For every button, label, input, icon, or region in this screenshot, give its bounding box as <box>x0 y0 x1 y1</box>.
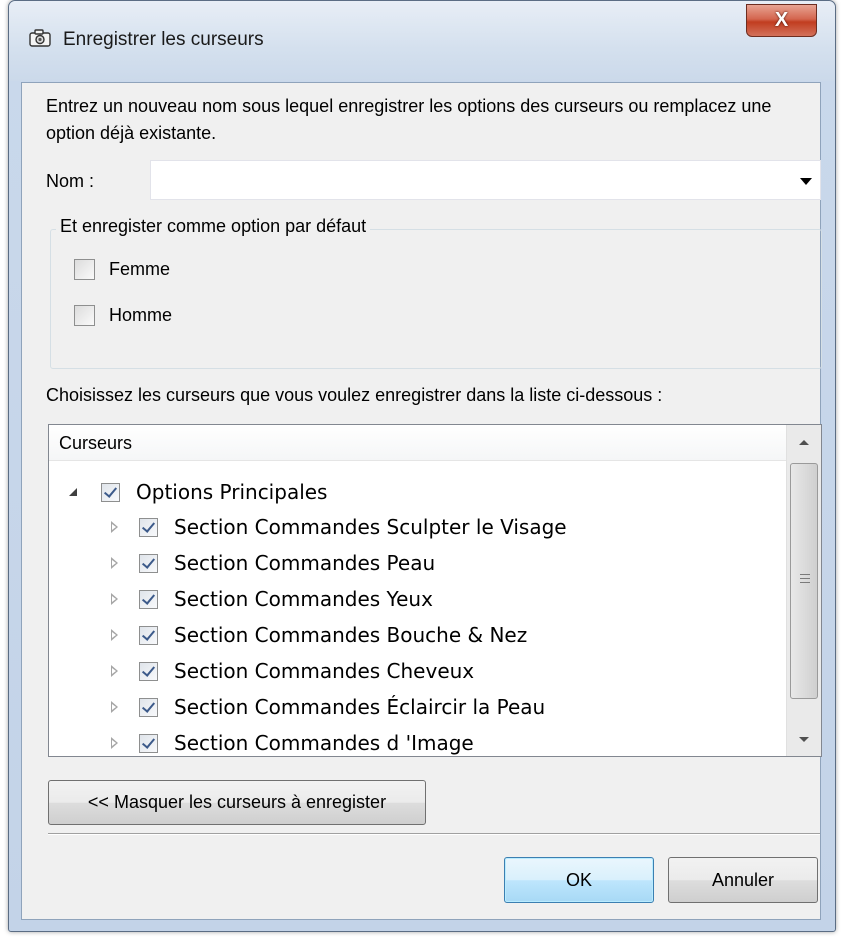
choose-sliders-label: Choisissez les curseurs que vous voulez … <box>46 385 663 405</box>
homme-checkbox[interactable] <box>74 304 95 326</box>
camera-icon <box>29 29 51 47</box>
femme-label: Femme <box>109 258 171 279</box>
tree-item[interactable]: Section Commandes d 'Image <box>107 726 474 756</box>
tree-item-label: Section Commandes Cheveux <box>174 659 475 683</box>
tree-checkbox[interactable] <box>139 589 158 609</box>
separator <box>48 833 820 835</box>
grip-icon <box>800 582 810 583</box>
title-bar[interactable]: Enregistrer les curseurs X <box>9 1 835 81</box>
name-input[interactable] <box>157 165 777 195</box>
tree-item-label: Section Commandes Bouche & Nez <box>174 623 528 647</box>
tree-column-header-label: Curseurs <box>59 433 133 453</box>
tree-item[interactable]: Section Commandes Sculpter le Visage <box>107 510 567 544</box>
expand-arrow-icon[interactable] <box>107 592 121 606</box>
tree-checkbox[interactable] <box>139 661 158 681</box>
tree-item[interactable]: Section Commandes Cheveux <box>107 654 474 688</box>
tree-item-label: Options Principales <box>136 480 328 504</box>
tree-checkbox[interactable] <box>139 733 158 753</box>
tree-checkbox[interactable] <box>139 517 158 537</box>
tree-checkbox[interactable] <box>101 482 120 502</box>
cancel-button[interactable]: Annuler <box>668 857 818 903</box>
expand-arrow-icon[interactable] <box>107 628 121 642</box>
expand-arrow-icon[interactable] <box>107 736 121 750</box>
default-option-group <box>50 229 822 369</box>
grip-icon <box>800 578 810 579</box>
tree-item[interactable]: Section Commandes Éclaircir la Peau <box>107 690 545 724</box>
dialog-window: Enregistrer les curseurs X Entrez un nou… <box>8 0 836 932</box>
ok-button[interactable]: OK <box>504 857 654 903</box>
scroll-thumb[interactable] <box>790 463 818 699</box>
tree-column-header[interactable]: Curseurs <box>49 425 787 461</box>
tree-item-label: Section Commandes d 'Image <box>174 731 474 755</box>
tree-checkbox[interactable] <box>139 697 158 717</box>
tree-item-label: Section Commandes Sculpter le Visage <box>174 515 567 539</box>
tree-item[interactable]: Section Commandes Yeux <box>107 582 433 616</box>
tree-item[interactable]: Section Commandes Bouche & Nez <box>107 618 527 652</box>
sliders-tree[interactable]: Curseurs Options Principales Section Com… <box>48 424 822 757</box>
expand-arrow-icon[interactable] <box>107 556 121 570</box>
collapse-arrow-icon[interactable] <box>67 485 81 499</box>
tree-vertical-scrollbar[interactable] <box>786 425 821 756</box>
tree-item[interactable]: Section Commandes Peau <box>107 546 435 580</box>
hide-sliders-button[interactable]: << Masquer les curseurs à enregister <box>48 780 426 825</box>
expand-arrow-icon[interactable] <box>107 520 121 534</box>
scroll-up-button[interactable] <box>787 425 821 459</box>
homme-label: Homme <box>109 304 173 325</box>
close-icon: X <box>774 9 789 31</box>
tree-checkbox[interactable] <box>139 625 158 645</box>
scroll-up-arrow-icon <box>799 439 809 445</box>
name-combobox[interactable] <box>150 160 821 200</box>
description-text: Entrez un nouveau nom sous lequel enregi… <box>46 96 772 143</box>
tree-checkbox[interactable] <box>139 553 158 573</box>
scroll-down-arrow-icon <box>799 736 809 742</box>
tree-item-label: Section Commandes Peau <box>174 551 436 575</box>
window-title: Enregistrer les curseurs <box>63 29 264 50</box>
dialog-body: Entrez un nouveau nom sous lequel enregi… <box>21 82 822 920</box>
expand-arrow-icon[interactable] <box>107 700 121 714</box>
scroll-down-button[interactable] <box>787 722 821 756</box>
dropdown-arrow-icon[interactable] <box>800 178 812 185</box>
tree-item-label: Section Commandes Éclaircir la Peau <box>174 695 546 719</box>
close-button[interactable]: X <box>746 4 817 37</box>
grip-icon <box>800 574 810 575</box>
homme-option[interactable]: Homme <box>74 303 172 327</box>
expand-arrow-icon[interactable] <box>107 664 121 678</box>
femme-option[interactable]: Femme <box>74 257 170 281</box>
tree-item-label: Section Commandes Yeux <box>174 587 433 611</box>
name-label: Nom : <box>46 171 95 191</box>
femme-checkbox[interactable] <box>74 258 95 280</box>
default-option-group-title: Et enregister comme option par défaut <box>56 216 371 237</box>
tree-item-options-principales[interactable]: Options Principales <box>67 475 327 509</box>
